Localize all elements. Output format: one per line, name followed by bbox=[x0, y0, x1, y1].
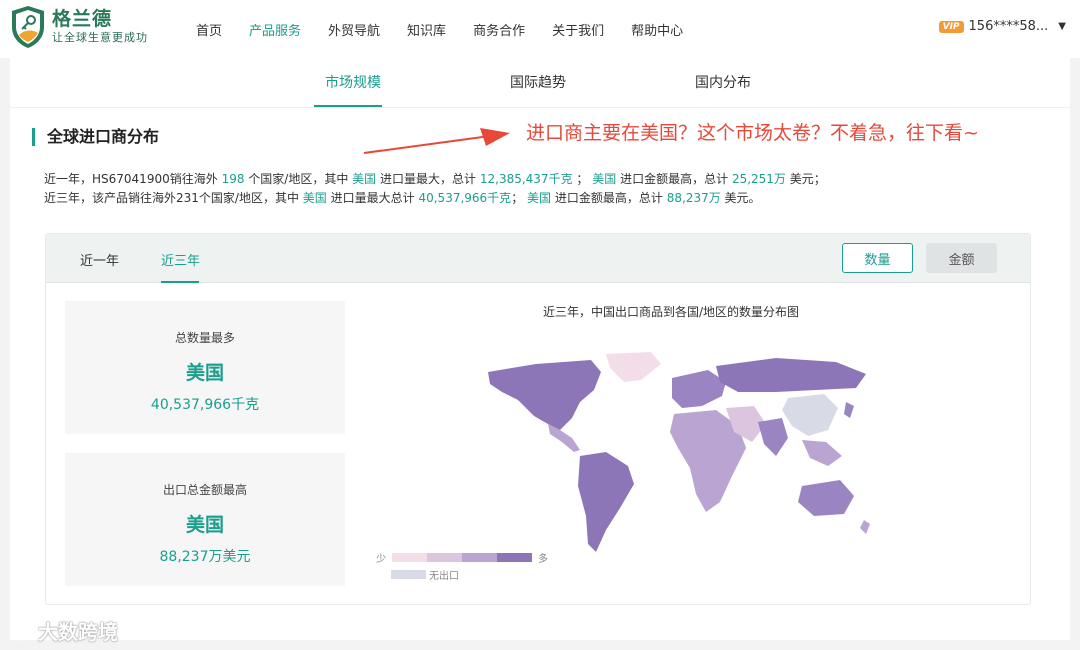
tab-market-size[interactable]: 市场规模 bbox=[325, 72, 381, 92]
map-region-central-america bbox=[548, 424, 580, 452]
summary-line-year1: 近一年，HS67041900销往海外 198 个国家/地区，其中 美国 进口量最… bbox=[44, 172, 826, 186]
map-region-russia bbox=[716, 358, 866, 392]
watermark: 大数跨境 bbox=[8, 616, 118, 645]
sub-tabs: 市场规模 国际趋势 国内分布 bbox=[10, 58, 1070, 108]
nav-item-help[interactable]: 帮助中心 bbox=[631, 20, 683, 39]
legend-none: 无出口 bbox=[376, 567, 548, 582]
map-region-new-zealand bbox=[860, 520, 870, 534]
stat-value: 88,237万美元 bbox=[159, 549, 251, 565]
nav-item-trade-nav[interactable]: 外贸导航 bbox=[328, 20, 380, 39]
legend-swatch bbox=[427, 552, 462, 562]
nav-item-business[interactable]: 商务合作 bbox=[473, 20, 525, 39]
brand-logo[interactable]: 格兰德 让全球生意更成功 bbox=[10, 5, 148, 49]
map-region-japan bbox=[844, 402, 854, 418]
top-header: 格兰德 让全球生意更成功 首页 产品服务 外贸导航 知识库 商务合作 关于我们 … bbox=[0, 0, 1080, 58]
section-title: 全球进口商分布 bbox=[32, 128, 159, 146]
stat-card-top-amount: 出口总金额最高 美国 88,237万美元 bbox=[65, 453, 345, 586]
user-menu[interactable]: VIP 156****58... ▼ bbox=[938, 19, 1066, 34]
panel-header: 近一年 近三年 数量 金额 bbox=[46, 234, 1030, 283]
stat-country: 美国 bbox=[185, 514, 224, 536]
legend-scale: 少 多 bbox=[376, 550, 548, 565]
nav-item-knowledge[interactable]: 知识库 bbox=[407, 20, 446, 39]
map-region-south-america bbox=[578, 452, 634, 552]
legend-swatch bbox=[392, 552, 427, 562]
distribution-panel: 近一年 近三年 数量 金额 总数量最多 美国 40,537,966千克 出口总金… bbox=[45, 233, 1031, 605]
map-legend: 少 多 无出口 bbox=[376, 550, 548, 582]
amount-button[interactable]: 金额 bbox=[926, 243, 997, 273]
watermark-logo-icon bbox=[10, 620, 37, 640]
nav-item-home[interactable]: 首页 bbox=[196, 20, 222, 39]
legend-none-label: 无出口 bbox=[429, 570, 459, 582]
stat-card-top-quantity: 总数量最多 美国 40,537,966千克 bbox=[65, 301, 345, 434]
brand-slogan: 让全球生意更成功 bbox=[52, 31, 148, 44]
brand-name: 格兰德 bbox=[52, 8, 113, 30]
active-tab-indicator bbox=[314, 105, 382, 107]
stat-country: 美国 bbox=[185, 362, 224, 384]
vip-badge: VIP bbox=[938, 20, 964, 33]
map-region-southeast-asia bbox=[802, 440, 842, 466]
tab-last-year[interactable]: 近一年 bbox=[80, 250, 119, 269]
legend-swatch bbox=[462, 552, 497, 562]
quantity-button[interactable]: 数量 bbox=[842, 243, 913, 273]
tab-international-trend[interactable]: 国际趋势 bbox=[510, 72, 566, 92]
legend-low-label: 少 bbox=[376, 553, 386, 565]
arrow-annotation-icon bbox=[363, 128, 510, 154]
stat-value: 40,537,966千克 bbox=[150, 397, 260, 413]
tab-domestic-distribution[interactable]: 国内分布 bbox=[695, 72, 751, 92]
world-map[interactable] bbox=[476, 352, 876, 562]
chevron-down-icon[interactable]: ▼ bbox=[1058, 21, 1066, 32]
map-title: 近三年，中国出口商品到各国/地区的数量分布图 bbox=[543, 305, 800, 319]
stat-label: 出口总金额最高 bbox=[162, 483, 247, 497]
nav-item-products[interactable]: 产品服务 bbox=[249, 20, 301, 39]
main-nav: 首页 产品服务 外贸导航 知识库 商务合作 关于我们 帮助中心 bbox=[196, 0, 710, 58]
map-region-south-asia bbox=[758, 418, 788, 456]
legend-swatch bbox=[497, 552, 532, 562]
map-region-north-america bbox=[488, 360, 601, 430]
legend-high-label: 多 bbox=[538, 553, 548, 565]
summary-line-year3: 近三年，该产品销往海外231个国家/地区，其中 美国 进口量最大总计 40,53… bbox=[44, 191, 761, 205]
stat-label: 总数量最多 bbox=[174, 331, 235, 345]
panel-tab-indicator bbox=[161, 281, 199, 283]
map-region-europe bbox=[672, 370, 726, 408]
nav-item-about[interactable]: 关于我们 bbox=[552, 20, 604, 39]
tab-last-three-years[interactable]: 近三年 bbox=[161, 250, 200, 269]
map-region-australia bbox=[798, 480, 854, 516]
summary-text: 近一年，HS67041900销往海外 198 个国家/地区，其中 美国 进口量最… bbox=[44, 170, 826, 208]
shield-logo-icon bbox=[12, 6, 44, 48]
map-region-china bbox=[782, 394, 838, 436]
watermark-text: 大数跨境 bbox=[38, 620, 118, 644]
user-phone: 156****58... bbox=[968, 19, 1049, 34]
main-content: 市场规模 国际趋势 国内分布 全球进口商分布 进口商主要在美国？这个市场太卷？不… bbox=[10, 58, 1070, 640]
map-region-greenland bbox=[606, 352, 661, 382]
legend-swatch-none bbox=[391, 569, 426, 579]
annotation-text: 进口商主要在美国？这个市场太卷？不着急，往下看~ bbox=[526, 122, 979, 144]
